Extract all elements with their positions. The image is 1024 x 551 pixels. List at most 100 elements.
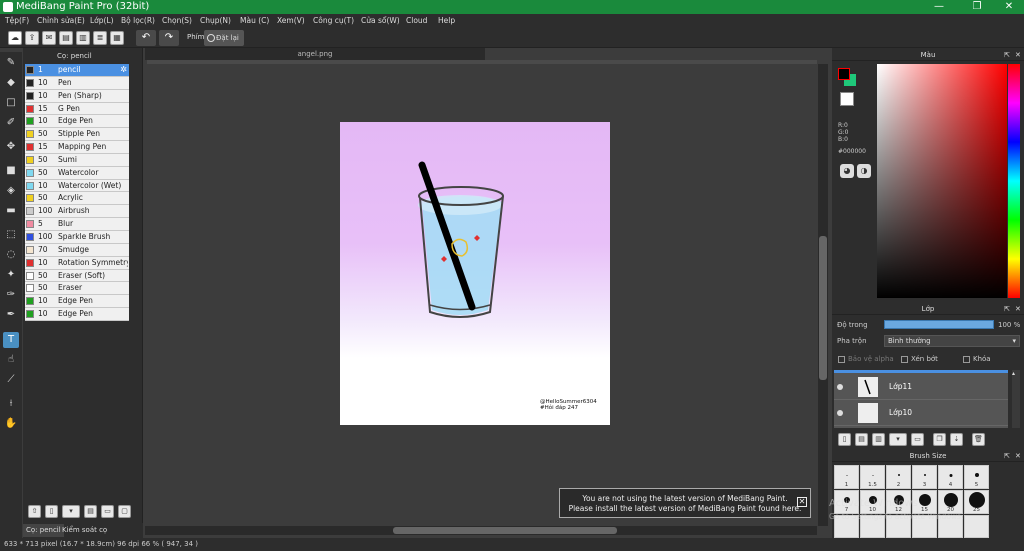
canvas-area[interactable]: angel.png @HelloSummer6304 #Hỏi đáp 247 … xyxy=(145,48,831,538)
layer-row[interactable]: Lớp11 xyxy=(834,375,1008,400)
canvas-vertical-scrollbar[interactable] xyxy=(818,64,828,526)
brush-item[interactable]: 10 Rotation Symmetry Pen xyxy=(25,256,129,270)
new-layer-icon[interactable]: ▯ xyxy=(838,433,851,446)
brush-item[interactable]: 100 Airbrush xyxy=(25,205,129,219)
hue-slider[interactable] xyxy=(1008,64,1020,298)
brush-item[interactable]: 10 Pen xyxy=(25,76,129,90)
brush-tool-icon[interactable]: ✎ xyxy=(3,55,19,71)
text-tool-icon[interactable]: T xyxy=(3,332,19,348)
undo-icon[interactable]: ↶ xyxy=(136,30,156,46)
visibility-icon[interactable] xyxy=(837,410,843,416)
hand-tool-icon[interactable]: ✋ xyxy=(3,416,19,432)
eraser-tool-icon[interactable]: ◆ xyxy=(3,75,19,91)
gradient-tool-icon[interactable]: ▬ xyxy=(3,203,19,219)
brush-item[interactable]: 10 Edge Pen xyxy=(25,115,129,129)
scroll-up-icon[interactable]: ▴ xyxy=(1012,370,1015,377)
select-tool-icon[interactable]: ⬚ xyxy=(3,227,19,243)
restore-button[interactable]: ❐ xyxy=(960,0,994,14)
upload-icon[interactable]: ⇧ xyxy=(28,505,41,518)
notice-line2[interactable]: Please install the latest version of Med… xyxy=(560,504,810,514)
reset-button[interactable]: Đặt lại xyxy=(204,30,244,46)
select-pen-icon[interactable]: ✑ xyxy=(3,287,19,303)
merge-layer-icon[interactable]: ⇣ xyxy=(950,433,963,446)
brush-item[interactable]: 10 Edge Pen xyxy=(25,295,129,309)
foreground-color-swatch[interactable] xyxy=(838,68,850,80)
menu-help[interactable]: Help xyxy=(438,14,455,28)
clipping-checkbox[interactable]: Xén bớt xyxy=(901,355,938,363)
transparent-swatch[interactable] xyxy=(840,92,854,106)
eyedropper-icon[interactable]: ⟊ xyxy=(3,396,19,412)
palette-icon[interactable]: ◕ xyxy=(840,164,854,178)
menu-cloud[interactable]: Cloud xyxy=(406,14,427,28)
brush-item[interactable]: 50 Eraser (Soft) xyxy=(25,269,129,283)
menu-tools[interactable]: Công cụ(T) xyxy=(313,14,354,28)
redo-icon[interactable]: ↷ xyxy=(159,30,179,46)
comment-icon[interactable]: ✉ xyxy=(42,31,56,45)
menu-view[interactable]: Xem(V) xyxy=(277,14,305,28)
menu-select[interactable]: Chọn(S) xyxy=(162,14,192,28)
hex-value[interactable]: #000000 xyxy=(838,148,866,155)
artwork-canvas[interactable]: @HelloSummer6304 #Hỏi đáp 247 xyxy=(340,122,610,425)
brush-size-option[interactable] xyxy=(964,515,989,538)
menu-file[interactable]: Tệp(F) xyxy=(5,14,29,28)
copy-brush-icon[interactable]: ▤ xyxy=(84,505,97,518)
brush-size-option[interactable]: 5 xyxy=(964,465,989,489)
layer-folder-icon[interactable]: ▭ xyxy=(911,433,924,446)
tab-brush[interactable]: Cọ: pencil xyxy=(23,524,64,537)
brush-item[interactable]: 1 pencil ✲ xyxy=(25,64,129,77)
page-icon[interactable]: ▥ xyxy=(76,31,90,45)
select-eraser-icon[interactable]: ✒ xyxy=(3,307,19,323)
lasso-tool-icon[interactable]: ◌ xyxy=(3,247,19,263)
blend-mode-select[interactable]: Bình thường ▾ xyxy=(884,335,1020,347)
fill-rect-tool-icon[interactable]: ■ xyxy=(3,163,19,179)
saturation-value-picker[interactable] xyxy=(877,64,1007,298)
brush-item[interactable]: 10 Watercolor (Wet) xyxy=(25,179,129,193)
update-notice[interactable]: You are not using the latest version of … xyxy=(559,488,811,518)
brush-size-option[interactable]: 1.5 xyxy=(860,465,885,489)
brush-item[interactable]: 10 Edge Pen xyxy=(25,308,129,321)
folder-icon[interactable]: ▭ xyxy=(101,505,114,518)
layer-row[interactable]: Lớp10 xyxy=(834,401,1008,426)
list-icon[interactable]: ≣ xyxy=(93,31,107,45)
brush-size-option[interactable]: 4 xyxy=(938,465,963,489)
document-icon[interactable]: ▤ xyxy=(59,31,73,45)
new-1bit-layer-icon[interactable]: ▥ xyxy=(872,433,885,446)
opacity-slider[interactable] xyxy=(884,320,994,329)
delete-layer-icon[interactable]: 🗑 xyxy=(972,433,985,446)
new-brush-icon[interactable]: ▯ xyxy=(45,505,58,518)
brush-size-option[interactable]: 25 xyxy=(964,490,989,514)
brush-item[interactable]: 5 Blur xyxy=(25,218,129,231)
close-button[interactable]: ✕ xyxy=(992,0,1024,14)
shape-tool-icon[interactable]: □ xyxy=(3,95,19,111)
cloud-icon[interactable]: ☁ xyxy=(8,31,22,45)
grid-icon[interactable]: ▦ xyxy=(110,31,124,45)
brush-item[interactable]: 50 Watercolor xyxy=(25,166,129,180)
brush-size-option[interactable]: 3 xyxy=(912,465,937,489)
close-notice-icon[interactable]: ✕ xyxy=(797,497,807,507)
menu-window[interactable]: Cửa sổ(W) xyxy=(361,14,400,28)
brush-item[interactable]: 50 Stipple Pen xyxy=(25,128,129,142)
brush-size-option[interactable]: 1 xyxy=(834,465,859,489)
menu-layer[interactable]: Lớp(L) xyxy=(90,14,114,28)
canvas-horizontal-scrollbar[interactable] xyxy=(145,526,817,535)
move-tool-icon[interactable]: ✥ xyxy=(3,139,19,155)
add-layer-menu-icon[interactable]: ▾ xyxy=(889,433,907,446)
magic-wand-icon[interactable]: ✦ xyxy=(3,267,19,283)
dot-tool-icon[interactable]: ✐ xyxy=(3,115,19,131)
gear-icon[interactable]: ✲ xyxy=(120,64,127,76)
protect-alpha-checkbox[interactable]: Bảo vệ alpha xyxy=(838,355,894,363)
operation-tool-icon[interactable]: ☝ xyxy=(3,352,19,368)
layer-scrollbar[interactable]: ▴ xyxy=(1012,370,1020,428)
duplicate-layer-icon[interactable]: ❐ xyxy=(933,433,946,446)
brush-item[interactable]: 10 Pen (Sharp) xyxy=(25,89,129,103)
document-tab[interactable]: angel.png xyxy=(145,48,485,60)
add-brush-icon[interactable]: ▾ xyxy=(62,505,80,518)
menu-capture[interactable]: Chụp(N) xyxy=(200,14,231,28)
color-settings-icon[interactable]: ◑ xyxy=(857,164,871,178)
brush-item[interactable]: 15 G Pen xyxy=(25,102,129,116)
menu-color[interactable]: Màu (C) xyxy=(240,14,269,28)
lock-checkbox[interactable]: Khóa xyxy=(963,355,991,363)
brush-item[interactable]: 15 Mapping Pen xyxy=(25,141,129,154)
brush-item[interactable]: 50 Eraser xyxy=(25,282,129,296)
tab-brush-control[interactable]: Kiểm soát cọ xyxy=(59,524,110,537)
